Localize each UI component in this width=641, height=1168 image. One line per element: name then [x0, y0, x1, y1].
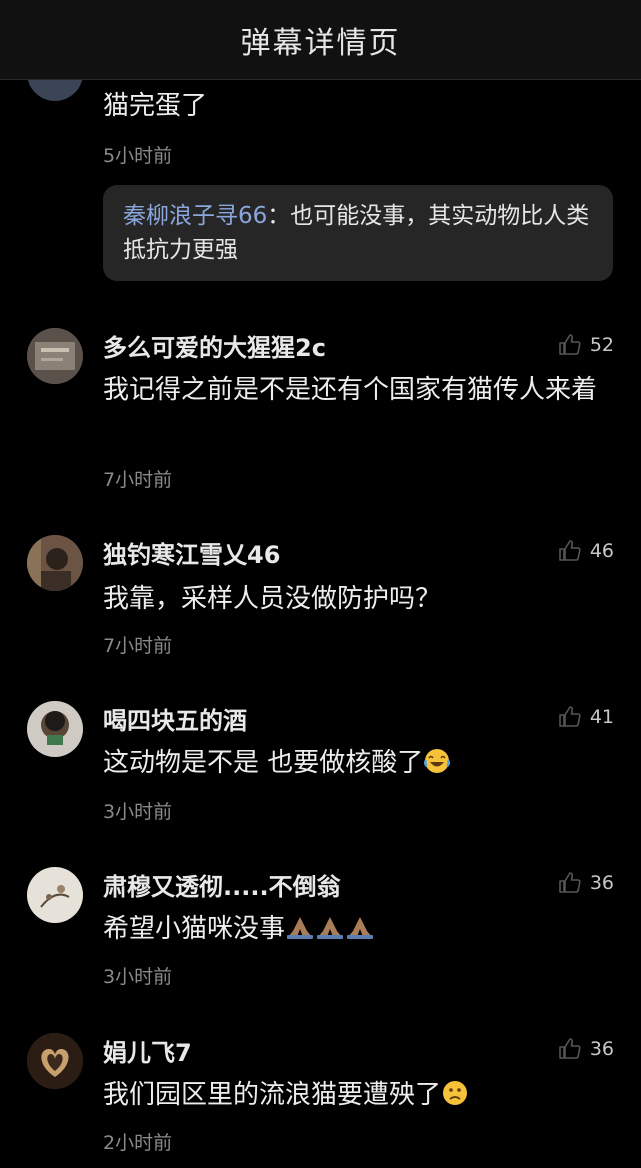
comment-username[interactable]: 喝四块五的酒: [103, 701, 247, 736]
comment-time: 3小时前: [103, 966, 173, 988]
slightly-frowning-face-icon: [443, 1081, 468, 1105]
like-count: 41: [589, 706, 614, 728]
comment-time: 7小时前: [103, 635, 173, 657]
top-bar: 弹幕详情页: [0, 0, 641, 80]
thumbs-up-icon: [559, 540, 581, 561]
comment-text-body: 我们园区里的流浪猫要遭殃了: [103, 1080, 442, 1110]
thumbs-up-icon: [559, 872, 581, 893]
comment-username[interactable]: 肃穆又透彻.....不倒翁: [103, 867, 341, 902]
comment-username[interactable]: 独钓寒江雪乂46: [103, 535, 280, 570]
like-button[interactable]: 36: [558, 871, 614, 895]
like-button[interactable]: 52: [558, 333, 614, 357]
folded-hands-icon: [287, 917, 314, 939]
comment-time: 5小时前: [103, 145, 173, 167]
like-button[interactable]: 41: [558, 705, 614, 729]
avatar[interactable]: [27, 328, 83, 384]
comment-time: 2小时前: [103, 1132, 173, 1154]
laughing-crying-emoji-icon: [424, 749, 451, 773]
comment-text: 我靠，采样人员没做防护吗？: [103, 584, 442, 614]
reply-preview[interactable]: 秦柳浪子寻66：也可能没事，其实动物比人类抵抗力更强: [103, 185, 613, 281]
thumbs-up-icon: [559, 706, 581, 727]
thumbs-up-icon: [559, 1038, 581, 1059]
comment-username[interactable]: 多么可爱的大猩猩2c: [103, 328, 326, 363]
comment-time: 3小时前: [103, 801, 173, 823]
page-title: 弹幕详情页: [240, 25, 401, 61]
comment-text-body: 这动物是不是 也要做核酸了: [103, 748, 424, 778]
folded-hands-icon: [347, 917, 374, 939]
avatar[interactable]: [27, 701, 83, 757]
comment-username[interactable]: 娟儿飞7: [103, 1033, 192, 1068]
like-count: 46: [589, 540, 614, 562]
folded-hands-icon: [317, 917, 344, 939]
reply-separator: ：: [267, 203, 291, 229]
reply-username[interactable]: 秦柳浪子寻66: [123, 203, 267, 229]
like-count: 36: [589, 1038, 614, 1060]
like-count: 52: [589, 334, 614, 356]
like-button[interactable]: 36: [558, 1037, 614, 1061]
like-button[interactable]: 46: [558, 539, 614, 563]
avatar[interactable]: [27, 1033, 83, 1089]
comment-text: 猫完蛋了: [103, 91, 208, 121]
comment-text-body: 希望小猫咪没事: [103, 914, 286, 944]
avatar[interactable]: [27, 867, 83, 923]
like-count: 36: [589, 872, 614, 894]
comment-text: 希望小猫咪没事: [103, 910, 603, 948]
comment-text: 这动物是不是 也要做核酸了: [103, 744, 603, 782]
avatar[interactable]: [27, 535, 83, 591]
comment-text: 我们园区里的流浪猫要遭殃了: [103, 1076, 603, 1114]
comment-time: 7小时前: [103, 469, 173, 491]
comment-text: 我记得之前是不是还有个国家有猫传人来着: [103, 375, 598, 405]
thumbs-up-icon: [559, 334, 581, 355]
